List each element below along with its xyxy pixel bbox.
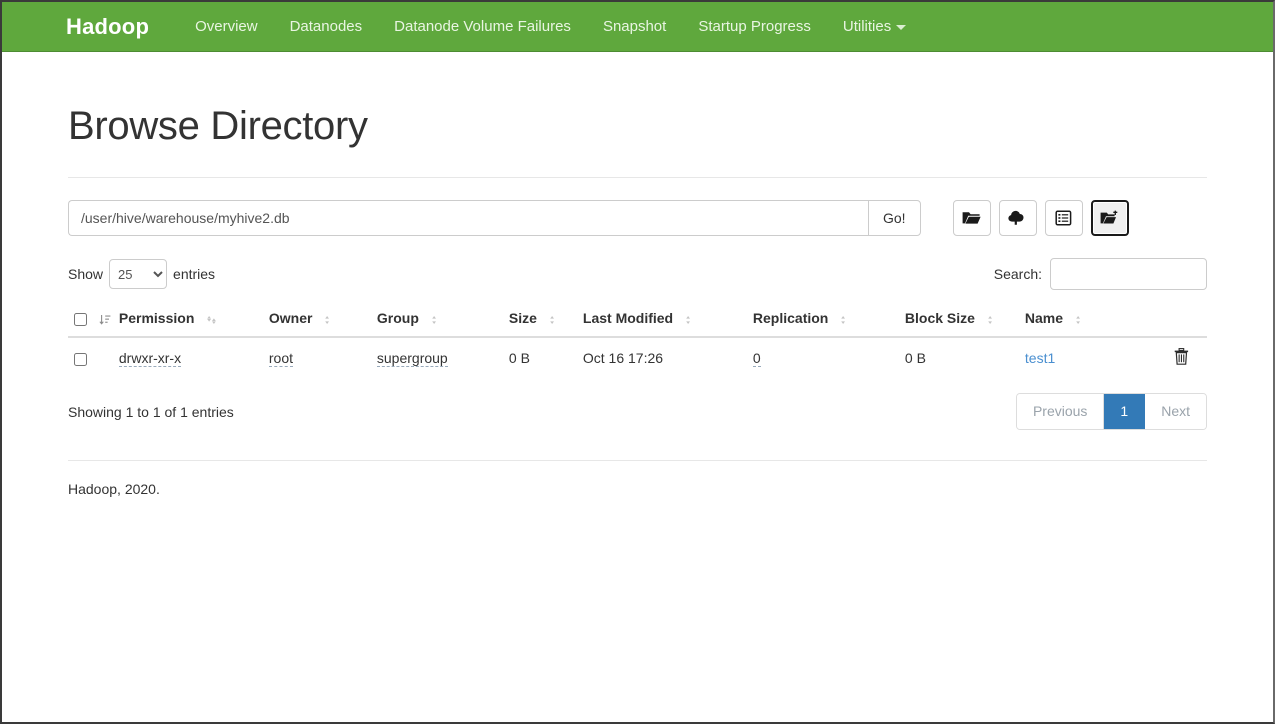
search-label: Search:	[993, 266, 1042, 282]
row-select-cell[interactable]	[68, 337, 119, 379]
hadoop-brand-link[interactable]: Hadoop	[66, 14, 149, 40]
column-permission[interactable]: Permission	[118, 302, 269, 339]
pagination-previous[interactable]: Previous	[1016, 394, 1105, 430]
top-navbar: Hadoop Overview Datanodes Datanode Volum…	[2, 2, 1273, 52]
pagination-next[interactable]: Next	[1145, 394, 1206, 430]
sort-updown-icon	[840, 312, 851, 326]
sort-amount-down-icon	[99, 312, 111, 326]
table-header-row: Permission Owner Group Size Last Modifie…	[68, 302, 1207, 339]
column-group[interactable]: Group	[376, 302, 509, 339]
nav-utilities-label: Utilities	[842, 18, 892, 35]
folder-open-icon	[962, 210, 981, 226]
upload-files-button[interactable]	[998, 200, 1037, 236]
table-row[interactable]: drwxr-xr-x root supergroup 0 B Oct 16 17…	[68, 337, 1207, 379]
entries-label: entries	[173, 266, 216, 282]
entries-info: Showing 1 to 1 of 1 entries	[68, 403, 234, 420]
nav-utilities-dropdown[interactable]: Utilities	[827, 18, 922, 35]
sort-updown-icon	[549, 312, 560, 326]
footer-text: Hadoop, 2020.	[68, 481, 160, 498]
path-input-group: Go!	[68, 200, 921, 236]
new-directory-button[interactable]	[952, 200, 991, 236]
column-select-all[interactable]	[68, 302, 119, 339]
cell-replication[interactable]: 0	[752, 337, 905, 379]
datatable-footer: Showing 1 to 1 of 1 entries Previous 1 N…	[68, 393, 1207, 431]
sort-updown-icon	[324, 312, 335, 326]
browser-viewport: Hadoop Overview Datanodes Datanode Volum…	[0, 0, 1275, 724]
cell-name[interactable]: test1	[1025, 337, 1143, 379]
sort-updown-icon	[431, 312, 442, 326]
column-name-label: Name	[1024, 310, 1064, 326]
row-checkbox[interactable]	[74, 353, 87, 367]
entries-per-page-select[interactable]: 25 50 100	[109, 259, 168, 289]
column-replication-label: Replication	[752, 310, 829, 326]
directory-tools	[952, 200, 1137, 236]
search-input[interactable]	[1050, 258, 1207, 290]
sort-updown-icon	[206, 312, 217, 326]
permission-value[interactable]: drwxr-xr-x	[118, 350, 182, 368]
column-last-modified-label: Last Modified	[582, 310, 674, 326]
column-group-label: Group	[376, 310, 419, 326]
column-permission-label: Permission	[118, 310, 195, 326]
sort-updown-icon	[685, 312, 696, 326]
path-toolbar: Go!	[68, 200, 1207, 236]
navbar-links: Overview Datanodes Datanode Volume Failu…	[179, 18, 922, 35]
file-name-link[interactable]: test1	[1025, 350, 1055, 366]
column-block-size[interactable]: Block Size	[904, 302, 1025, 339]
cloud-upload-icon	[1008, 210, 1027, 226]
trash-icon	[1174, 348, 1189, 368]
nav-datanode-volume-failures[interactable]: Datanode Volume Failures	[378, 18, 587, 35]
go-button[interactable]: Go!	[868, 200, 921, 236]
column-size-label: Size	[508, 310, 537, 326]
cell-permission[interactable]: drwxr-xr-x	[118, 337, 269, 379]
list-alt-icon	[1055, 210, 1072, 226]
title-divider	[68, 177, 1207, 178]
search-filter: Search:	[994, 258, 1207, 290]
owner-value[interactable]: root	[268, 350, 294, 368]
column-owner-label: Owner	[268, 310, 313, 326]
cell-last-modified: Oct 16 17:26	[582, 350, 664, 367]
replication-value[interactable]: 0	[752, 350, 761, 368]
delete-row-button[interactable]	[1174, 348, 1189, 368]
page-container: Browse Directory Go!	[2, 104, 1273, 497]
page-title: Browse Directory	[68, 104, 368, 148]
sort-updown-icon	[1075, 312, 1086, 326]
column-block-size-label: Block Size	[904, 310, 975, 326]
column-name[interactable]: Name	[1024, 302, 1143, 339]
sort-updown-icon	[987, 312, 998, 326]
column-last-modified[interactable]: Last Modified	[582, 302, 753, 339]
column-owner[interactable]: Owner	[268, 302, 377, 339]
cell-size: 0 B	[508, 350, 530, 367]
caret-down-icon	[896, 24, 907, 30]
files-table-body: drwxr-xr-x root supergroup 0 B Oct 16 17…	[68, 337, 1207, 379]
files-table-head: Permission Owner Group Size Last Modifie…	[68, 302, 1207, 339]
directory-summary-button[interactable]	[1044, 200, 1083, 236]
entries-length-control: Show 25 50 100 entries	[68, 259, 215, 289]
folder-move-icon	[1100, 210, 1119, 226]
nav-datanodes[interactable]: Datanodes	[274, 18, 379, 35]
footer-divider	[68, 460, 1207, 462]
directory-path-input[interactable]	[68, 200, 868, 236]
datatable-controls: Show 25 50 100 entries Search:	[68, 258, 1207, 290]
cell-block-size: 0 B	[904, 350, 926, 367]
nav-snapshot[interactable]: Snapshot	[587, 18, 682, 35]
show-label: Show	[68, 266, 104, 282]
column-size[interactable]: Size	[508, 302, 583, 339]
group-value[interactable]: supergroup	[376, 350, 448, 368]
cell-group[interactable]: supergroup	[376, 337, 509, 379]
nav-startup-progress[interactable]: Startup Progress	[682, 18, 827, 35]
pagination-page-1[interactable]: 1	[1104, 394, 1146, 430]
column-replication[interactable]: Replication	[752, 302, 905, 339]
nav-overview[interactable]: Overview	[179, 18, 274, 35]
cut-paste-button[interactable]	[1090, 200, 1129, 236]
pagination: Previous 1 Next	[1015, 393, 1207, 431]
cell-owner[interactable]: root	[268, 337, 377, 379]
files-table: Permission Owner Group Size Last Modifie…	[68, 302, 1207, 379]
cell-actions[interactable]	[1143, 337, 1207, 379]
column-actions	[1142, 302, 1207, 339]
select-all-checkbox[interactable]	[74, 312, 87, 326]
